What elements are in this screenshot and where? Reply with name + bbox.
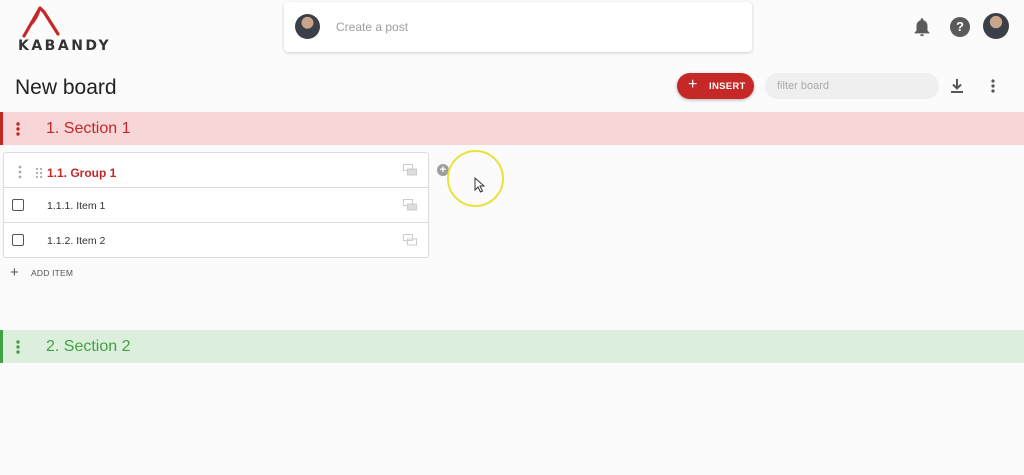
filter-board-input[interactable] — [765, 73, 939, 99]
plus-icon: + — [688, 76, 698, 93]
group-menu-icon[interactable] — [16, 165, 24, 179]
cards-icon[interactable] — [403, 234, 417, 246]
item-checkbox[interactable] — [12, 199, 24, 211]
group-header-row[interactable]: 1.1. Group 1 — [4, 153, 428, 188]
user-avatar[interactable] — [983, 13, 1009, 39]
top-bar: KABANDY Create a post ? — [0, 0, 1024, 60]
plus-icon: + — [10, 264, 19, 281]
section-title[interactable]: 2. Section 2 — [46, 338, 131, 356]
logo-mark-icon — [22, 6, 60, 38]
section-1-header[interactable]: 1. Section 1 — [0, 112, 1024, 145]
create-post-box[interactable]: Create a post — [284, 2, 752, 52]
section-color-bar — [0, 112, 3, 145]
cards-icon[interactable] — [403, 164, 417, 176]
insert-button[interactable]: + INSERT — [677, 73, 754, 99]
cards-icon[interactable] — [403, 199, 417, 211]
group-card: 1.1. Group 1 1.1.1. Item 1 1.1.2. Item 2 — [3, 152, 429, 258]
insert-button-label: INSERT — [709, 81, 746, 92]
more-options-icon[interactable] — [987, 78, 999, 94]
drag-handle-icon[interactable] — [35, 167, 43, 179]
section-menu-icon[interactable] — [12, 121, 24, 137]
item-label[interactable]: 1.1.2. Item 2 — [47, 235, 105, 247]
create-post-placeholder: Create a post — [336, 20, 409, 34]
add-item-label: ADD ITEM — [31, 268, 74, 278]
page-title: New board — [15, 76, 117, 99]
avatar — [295, 14, 320, 39]
list-item[interactable]: 1.1.1. Item 1 — [4, 188, 428, 223]
group-title[interactable]: 1.1. Group 1 — [47, 166, 116, 180]
list-item[interactable]: 1.1.2. Item 2 — [4, 223, 428, 258]
section-title[interactable]: 1. Section 1 — [46, 120, 131, 138]
notifications-bell-icon[interactable] — [911, 16, 933, 38]
logo-text: KABANDY — [18, 38, 112, 54]
help-icon[interactable]: ? — [950, 17, 970, 37]
item-checkbox[interactable] — [12, 234, 24, 246]
kabandy-logo[interactable]: KABANDY — [14, 4, 110, 54]
mouse-pointer-icon — [474, 177, 485, 193]
item-label[interactable]: 1.1.1. Item 1 — [47, 200, 105, 212]
section-2-header[interactable]: 2. Section 2 — [0, 330, 1024, 363]
section-color-bar — [0, 330, 3, 363]
section-menu-icon[interactable] — [12, 339, 24, 355]
download-icon[interactable] — [950, 78, 964, 94]
